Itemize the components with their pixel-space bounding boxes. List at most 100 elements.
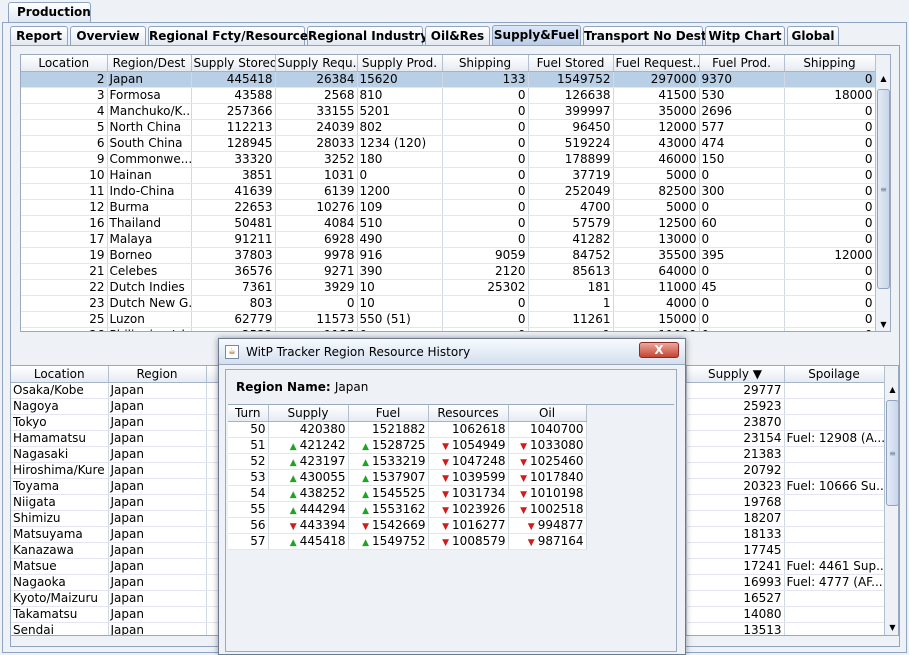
- scroll-up-icon[interactable]: ▲: [885, 382, 898, 398]
- tab-witp-chart[interactable]: Witp Chart: [705, 26, 785, 46]
- table-cell: 25: [21, 311, 108, 328]
- fuel-value: 1533219: [372, 454, 426, 468]
- oil-value: 1002518: [530, 502, 584, 516]
- tab-report[interactable]: Report: [10, 26, 68, 46]
- res-cell: ▼ 1047248: [428, 453, 509, 470]
- table-cell: 10276: [275, 199, 358, 216]
- table-row[interactable]: 10 Hainan 3851 1031 0 0 37719 5000 0 0: [21, 167, 876, 184]
- column-header[interactable]: Fuel: [348, 405, 429, 422]
- scroll-thumb[interactable]: ≡: [886, 400, 898, 506]
- table-cell: 178899: [528, 151, 614, 168]
- column-header[interactable]: Supply: [268, 405, 349, 422]
- bottom-table-scrollbar[interactable]: ▲ ≡ ▼: [884, 366, 898, 635]
- table-cell: 37803: [191, 247, 276, 264]
- table-row[interactable]: 21 Celebes 36576 9271 390 2120 85613 64000 0 0: [21, 263, 876, 280]
- column-header-location[interactable]: Location: [11, 366, 109, 383]
- column-header-spoilage[interactable]: Spoilage: [784, 366, 885, 383]
- trend-down-icon: ▼: [442, 506, 450, 516]
- column-header[interactable]: Resources: [428, 405, 509, 422]
- scroll-up-icon[interactable]: ▲: [876, 71, 890, 87]
- table-cell: 43588: [191, 87, 276, 104]
- tab-global[interactable]: Global: [787, 26, 839, 46]
- table-cell: 0: [275, 295, 358, 312]
- top-table-scrollbar[interactable]: ▲ ≡ ▼: [875, 55, 890, 331]
- turn-cell: 51: [228, 437, 269, 454]
- table-cell: 18133: [686, 526, 785, 543]
- column-header[interactable]: Shipping: [784, 55, 876, 72]
- res-value: 1016277: [452, 518, 506, 532]
- table-cell: Japan: [108, 526, 207, 543]
- column-header[interactable]: Supply Stored: [191, 55, 276, 72]
- supply-value: 421242: [299, 438, 346, 452]
- table-row[interactable]: 2 Japan 445418 26384 15620 133 1549752 297000 93…: [21, 71, 876, 88]
- table-row[interactable]: 4 Manchuko/K... 257366 33155 5201 0 399997 3500…: [21, 103, 876, 120]
- table-cell: 20792: [686, 462, 785, 479]
- table-row[interactable]: 23 Dutch New G... 803 0 10 0 1 4000 0 0: [21, 295, 876, 312]
- table-cell: 13000: [613, 231, 700, 248]
- table-row[interactable]: 16 Thailand 50481 4084 510 0 57579 12500 60 0: [21, 215, 876, 232]
- tab-regional-industry[interactable]: Regional Industry: [307, 26, 428, 46]
- table-cell: 0: [442, 327, 529, 331]
- table-cell: 19768: [686, 494, 785, 511]
- column-header[interactable]: Location: [21, 55, 108, 72]
- table-cell: 9: [21, 151, 108, 168]
- table-cell: 0: [442, 311, 529, 328]
- scroll-down-icon[interactable]: ▼: [876, 317, 890, 331]
- fuel-value: 1537907: [372, 470, 426, 484]
- table-cell: 0: [442, 231, 529, 248]
- table-cell: Japan: [108, 590, 207, 607]
- close-button[interactable]: X: [639, 342, 679, 358]
- table-cell: Dutch Indies: [107, 279, 192, 296]
- table-cell: 519224: [528, 135, 614, 152]
- table-row[interactable]: 5 North China 112213 24039 802 0 96450 12000 577…: [21, 119, 876, 136]
- res-cell: ▼ 1054949: [428, 437, 509, 454]
- table-cell: Japan: [108, 622, 207, 635]
- table-cell: Hainan: [107, 167, 192, 184]
- column-header[interactable]: Supply Requ...: [275, 55, 358, 72]
- column-header[interactable]: Fuel Stored: [528, 55, 614, 72]
- column-header-supply[interactable]: Supply ▼: [686, 366, 785, 383]
- column-header[interactable]: Turn: [228, 405, 269, 422]
- column-header[interactable]: Supply Prod.: [357, 55, 443, 72]
- column-header[interactable]: Fuel Prod.: [699, 55, 785, 72]
- tab-production[interactable]: Production: [8, 2, 91, 23]
- scroll-down-icon[interactable]: ▼: [885, 620, 898, 635]
- column-header[interactable]: Oil: [508, 405, 587, 422]
- table-row[interactable]: 22 Dutch Indies 7361 3929 10 25302 181 11000 45 0: [21, 279, 876, 296]
- tab-oil-res[interactable]: Oil&Res: [425, 26, 490, 46]
- trend-down-icon: ▼: [289, 522, 297, 532]
- tab-regional-fcty-resources[interactable]: Regional Fcty/Resources: [148, 26, 315, 46]
- table-cell: 0: [784, 311, 876, 328]
- column-header[interactable]: Fuel Request...: [613, 55, 700, 72]
- table-row[interactable]: 9 Commonwe... 33320 3252 180 0 178899 46000 150 0: [21, 151, 876, 168]
- table-cell: 297000: [613, 71, 700, 88]
- table-row[interactable]: 25 Luzon 62779 11573 550 (51) 0 11261 15000 0 0: [21, 311, 876, 328]
- table-row[interactable]: 11 Indo-China 41639 6139 1200 0 252049 82500 300…: [21, 183, 876, 200]
- tab-supply-fuel[interactable]: Supply&Fuel: [492, 25, 581, 46]
- table-row[interactable]: 12 Burma 22653 10276 109 0 4700 5000 0 0: [21, 199, 876, 216]
- column-header-region[interactable]: Region: [108, 366, 207, 383]
- table-cell: 23154: [686, 430, 785, 447]
- table-cell: 0: [699, 295, 785, 312]
- table-cell: 3252: [275, 151, 358, 168]
- table-cell: 0: [784, 135, 876, 152]
- scroll-thumb[interactable]: ≡: [877, 89, 890, 289]
- table-row[interactable]: 17 Malaya 91211 6928 490 0 41282 13000 0 0: [21, 231, 876, 248]
- table-row[interactable]: 6 South China 128945 28033 1234 (120) 0 519224…: [21, 135, 876, 152]
- tab-overview[interactable]: Overview: [70, 26, 146, 46]
- dialog-title-bar[interactable]: ☕ WitP Tracker Region Resource History X: [219, 339, 685, 365]
- oil-value: 1010198: [530, 486, 584, 500]
- table-row[interactable]: 3 Formosa 43588 2568 810 0 126638 41500 530 18000: [21, 87, 876, 104]
- table-cell: 0: [442, 183, 529, 200]
- tab-transport-no-dest[interactable]: Transport No Dest: [583, 26, 707, 46]
- table-cell: Fuel: 12908 (A...: [784, 430, 885, 447]
- column-header[interactable]: Region/Dest: [107, 55, 192, 72]
- column-header[interactable]: Shipping: [442, 55, 529, 72]
- table-row[interactable]: 26Philippine Isl...252211350011100000: [21, 327, 876, 331]
- turn-cell: 54: [228, 485, 269, 502]
- table-cell: 64000: [613, 263, 700, 280]
- table-row[interactable]: 19 Borneo 37803 9978 916 9059 84752 35500 395 120…: [21, 247, 876, 264]
- fuel-value: 1542669: [372, 518, 426, 532]
- trend-up-icon: ▲: [362, 458, 370, 468]
- res-cell: ▼ 1008579: [428, 533, 509, 550]
